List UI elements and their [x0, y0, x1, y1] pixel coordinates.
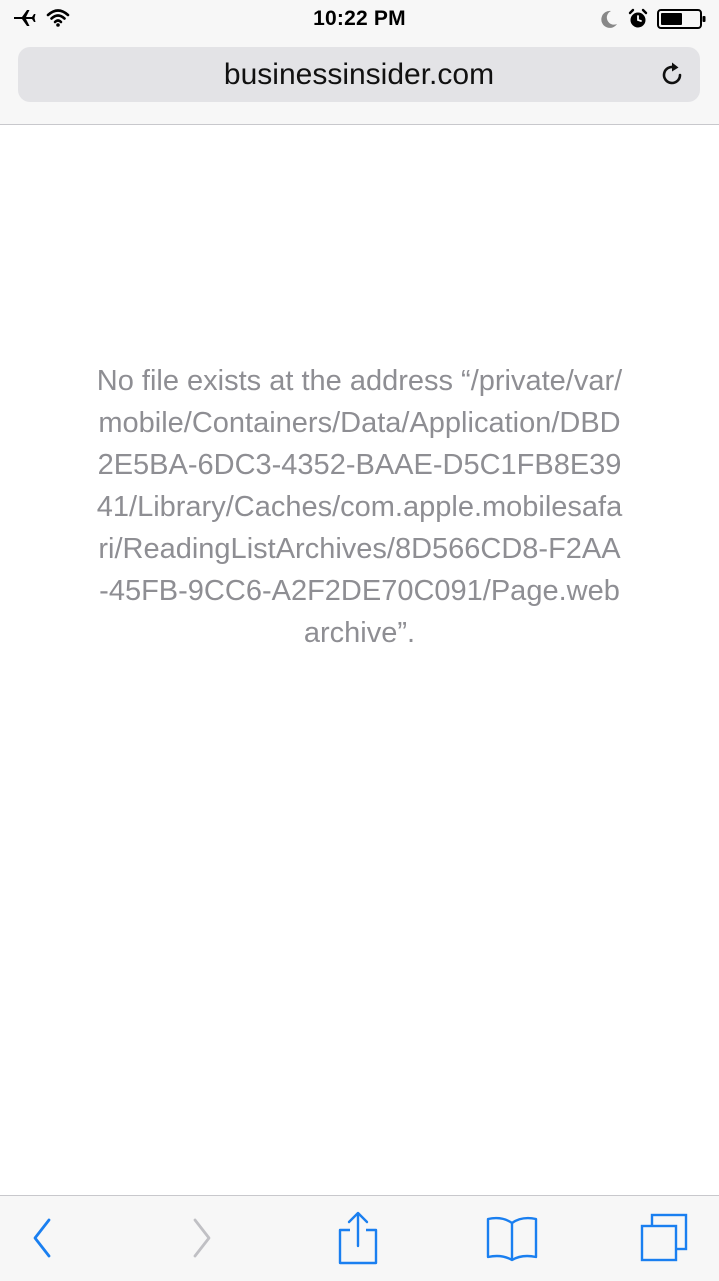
share-button[interactable] — [328, 1210, 388, 1266]
url-text[interactable]: businessinsider.com — [18, 47, 700, 102]
tabs-icon — [640, 1213, 688, 1262]
address-bar[interactable]: businessinsider.com — [18, 47, 700, 102]
tabs-button[interactable] — [634, 1210, 694, 1266]
status-right-group — [599, 8, 707, 30]
share-icon — [338, 1211, 378, 1265]
chevron-right-icon — [193, 1218, 211, 1258]
back-button[interactable] — [12, 1210, 72, 1266]
alarm-icon — [628, 8, 648, 28]
book-icon — [486, 1216, 538, 1262]
address-bar-container: businessinsider.com — [0, 40, 719, 125]
bookmarks-button[interactable] — [482, 1210, 542, 1266]
reload-icon[interactable] — [656, 59, 688, 91]
forward-button[interactable] — [172, 1210, 232, 1266]
moon-icon — [601, 10, 617, 28]
battery-icon — [657, 9, 706, 29]
error-message: No file exists at the address “/private/… — [96, 365, 623, 649]
status-bar: 10:22 PM — [0, 0, 719, 40]
bottom-toolbar — [0, 1195, 719, 1281]
web-content: No file exists at the address “/private/… — [0, 125, 719, 1195]
chevron-left-icon — [33, 1218, 51, 1258]
